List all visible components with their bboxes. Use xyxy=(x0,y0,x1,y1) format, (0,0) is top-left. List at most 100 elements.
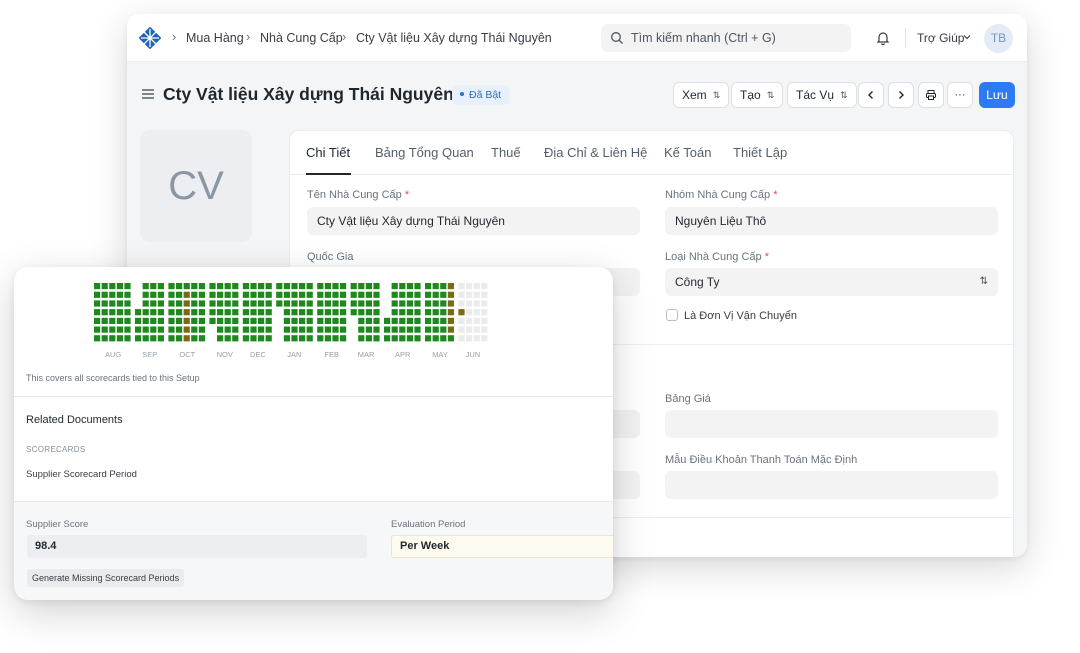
heatmap-cell[interactable] xyxy=(406,335,413,342)
heatmap-cell[interactable] xyxy=(339,300,347,307)
tab-dashboard[interactable]: Bảng Tổng Quan xyxy=(375,145,474,160)
heatmap-cell[interactable] xyxy=(414,335,421,342)
heatmap-cell[interactable] xyxy=(339,335,347,342)
heatmap-cell[interactable] xyxy=(198,326,205,333)
heatmap-cell[interactable] xyxy=(373,291,380,298)
scorecard-period-link[interactable]: Supplier Scorecard Period xyxy=(26,469,137,480)
heatmap-cell[interactable] xyxy=(265,335,272,342)
heatmap-cell[interactable] xyxy=(317,291,324,298)
heatmap-cell[interactable] xyxy=(440,335,447,342)
heatmap-cell[interactable] xyxy=(365,335,372,342)
heatmap-cell[interactable] xyxy=(157,317,164,324)
heatmap-cell[interactable] xyxy=(124,283,131,290)
heatmap-cell[interactable] xyxy=(283,335,290,342)
heatmap-cell[interactable] xyxy=(458,317,465,324)
heatmap-cell[interactable] xyxy=(101,317,108,324)
heatmap-cell[interactable] xyxy=(157,309,164,316)
heatmap-cell[interactable] xyxy=(157,326,164,333)
print-button[interactable] xyxy=(918,82,944,108)
heatmap-cell[interactable] xyxy=(373,317,380,324)
heatmap-cell[interactable] xyxy=(134,291,142,298)
heatmap-cell[interactable] xyxy=(317,309,324,316)
heatmap-cell[interactable] xyxy=(291,291,298,298)
heatmap-cell[interactable] xyxy=(473,291,480,298)
heatmap-cell[interactable] xyxy=(473,300,480,307)
heatmap-cell[interactable] xyxy=(142,283,149,290)
heatmap-cell[interactable] xyxy=(142,326,149,333)
breadcrumb-buying[interactable]: Mua Hàng xyxy=(186,31,244,45)
heatmap-cell[interactable] xyxy=(250,291,257,298)
heatmap-cell[interactable] xyxy=(250,283,257,290)
heatmap-cell[interactable] xyxy=(232,283,239,290)
heatmap-cell[interactable] xyxy=(134,283,142,290)
heatmap-cell[interactable] xyxy=(142,300,149,307)
heatmap-cell[interactable] xyxy=(232,300,239,307)
app-logo-icon[interactable] xyxy=(139,27,161,49)
heatmap-cell[interactable] xyxy=(257,291,265,298)
heatmap-cell[interactable] xyxy=(458,326,465,333)
heatmap-cell[interactable] xyxy=(276,291,283,298)
heatmap-cell[interactable] xyxy=(383,300,391,307)
heatmap-cell[interactable] xyxy=(365,326,372,333)
heatmap-cell[interactable] xyxy=(481,326,488,333)
heatmap-cell[interactable] xyxy=(150,326,157,333)
heatmap-cell[interactable] xyxy=(183,291,190,298)
heatmap-cell[interactable] xyxy=(350,335,357,342)
heatmap-cell[interactable] xyxy=(481,309,488,316)
heatmap-cell[interactable] xyxy=(216,317,224,324)
heatmap-cell[interactable] xyxy=(298,309,306,316)
heatmap-cell[interactable] xyxy=(101,326,108,333)
heatmap-cell[interactable] xyxy=(101,335,108,342)
heatmap-cell[interactable] xyxy=(183,283,190,290)
heatmap-cell[interactable] xyxy=(134,300,142,307)
create-button[interactable]: Tạo ⇅ xyxy=(731,82,784,108)
heatmap-cell[interactable] xyxy=(317,335,324,342)
heatmap-cell[interactable] xyxy=(414,317,421,324)
heatmap-cell[interactable] xyxy=(291,300,298,307)
heatmap-cell[interactable] xyxy=(116,326,123,333)
heatmap-cell[interactable] xyxy=(134,317,142,324)
heatmap-cell[interactable] xyxy=(191,317,198,324)
heatmap-cell[interactable] xyxy=(242,283,249,290)
heatmap-cell[interactable] xyxy=(350,309,357,316)
heatmap-cell[interactable] xyxy=(109,335,116,342)
heatmap-cell[interactable] xyxy=(481,291,488,298)
heatmap-cell[interactable] xyxy=(191,291,198,298)
heatmap-cell[interactable] xyxy=(276,317,283,324)
search-input[interactable]: Tìm kiếm nhanh (Ctrl + G) xyxy=(601,24,851,52)
payment-terms-field[interactable] xyxy=(665,471,998,499)
heatmap-cell[interactable] xyxy=(298,326,306,333)
heatmap-cell[interactable] xyxy=(265,283,272,290)
supplier-type-select[interactable]: Công Ty ⇅ xyxy=(665,268,998,296)
help-dropdown[interactable]: Trợ Giúp xyxy=(917,31,964,45)
heatmap-cell[interactable] xyxy=(101,309,108,316)
heatmap-cell[interactable] xyxy=(432,335,439,342)
heatmap-cell[interactable] xyxy=(358,326,365,333)
heatmap-cell[interactable] xyxy=(183,335,190,342)
heatmap-cell[interactable] xyxy=(465,335,473,342)
heatmap-cell[interactable] xyxy=(150,291,157,298)
heatmap-cell[interactable] xyxy=(332,291,339,298)
heatmap-cell[interactable] xyxy=(150,317,157,324)
heatmap-cell[interactable] xyxy=(150,300,157,307)
heatmap-cell[interactable] xyxy=(399,283,406,290)
heatmap-cell[interactable] xyxy=(332,283,339,290)
user-avatar[interactable]: TB xyxy=(984,24,1013,53)
supplier-name-field[interactable]: Cty Vật liệu Xây dựng Thái Nguyên xyxy=(307,207,640,235)
heatmap-cell[interactable] xyxy=(191,300,198,307)
heatmap-cell[interactable] xyxy=(383,317,391,324)
heatmap-cell[interactable] xyxy=(291,335,298,342)
heatmap-cell[interactable] xyxy=(306,283,313,290)
heatmap-cell[interactable] xyxy=(265,300,272,307)
heatmap-cell[interactable] xyxy=(198,300,205,307)
heatmap-cell[interactable] xyxy=(383,283,391,290)
heatmap-cell[interactable] xyxy=(481,335,488,342)
next-button[interactable] xyxy=(888,82,914,108)
heatmap-cell[interactable] xyxy=(440,283,447,290)
heatmap-cell[interactable] xyxy=(168,309,175,316)
heatmap-cell[interactable] xyxy=(298,291,306,298)
heatmap-cell[interactable] xyxy=(276,326,283,333)
heatmap-cell[interactable] xyxy=(150,309,157,316)
heatmap-cell[interactable] xyxy=(358,309,365,316)
heatmap-cell[interactable] xyxy=(291,317,298,324)
